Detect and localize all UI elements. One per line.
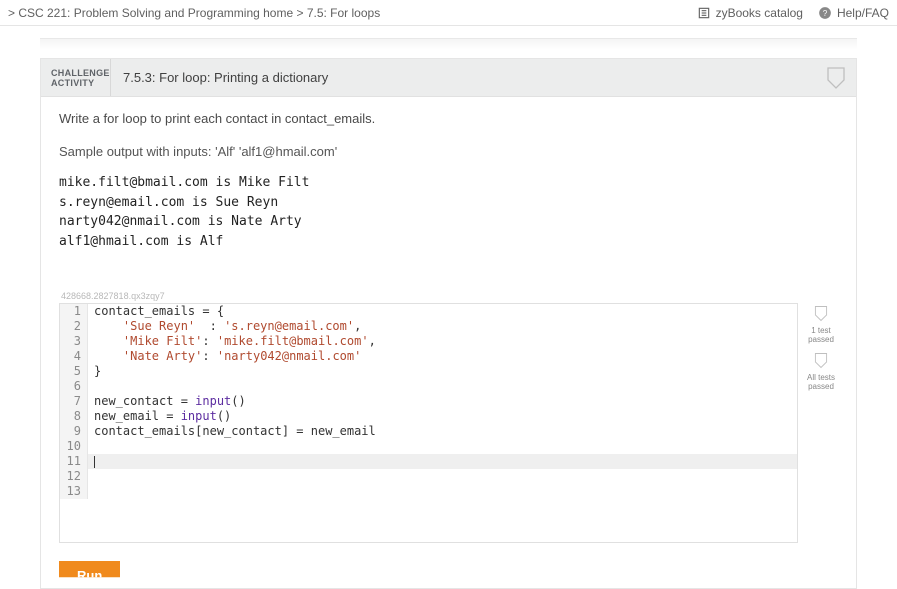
all-tests-passed: passed bbox=[804, 382, 838, 391]
svg-text:?: ? bbox=[823, 8, 828, 17]
code-line[interactable]: 10 bbox=[60, 439, 797, 454]
code-line[interactable]: 13 bbox=[60, 484, 797, 499]
sample-output: mike.filt@bmail.com is Mike Filt s.reyn@… bbox=[59, 173, 838, 251]
code-line[interactable]: 3 'Mike Filt': 'mike.filt@bmail.com', bbox=[60, 334, 797, 349]
test-status-sidebar: 1 test passed All tests passed bbox=[798, 303, 838, 543]
line-number: 6 bbox=[60, 379, 88, 394]
top-bar: > CSC 221: Problem Solving and Programmi… bbox=[0, 0, 897, 26]
line-number: 13 bbox=[60, 484, 88, 499]
code-content[interactable]: contact_emails[new_contact] = new_email bbox=[88, 424, 797, 439]
code-line[interactable]: 1contact_emails = { bbox=[60, 304, 797, 319]
code-content[interactable] bbox=[88, 484, 797, 499]
code-content[interactable] bbox=[88, 439, 797, 454]
all-tests-shield-icon bbox=[804, 352, 838, 371]
code-content[interactable]: contact_emails = { bbox=[88, 304, 797, 319]
code-line[interactable]: 5} bbox=[60, 364, 797, 379]
code-content[interactable]: } bbox=[88, 364, 797, 379]
all-tests-label: All tests bbox=[804, 373, 838, 382]
code-content[interactable] bbox=[88, 454, 797, 469]
question-id: 428668.2827818.qx3zqy7 bbox=[61, 291, 838, 301]
code-content[interactable]: new_contact = input() bbox=[88, 394, 797, 409]
line-number: 12 bbox=[60, 469, 88, 484]
activity-title: 7.5.3: For loop: Printing a dictionary bbox=[111, 59, 816, 96]
line-number: 1 bbox=[60, 304, 88, 319]
previous-panel-edge bbox=[40, 38, 857, 50]
one-test-passed: passed bbox=[804, 335, 838, 344]
code-content[interactable] bbox=[88, 469, 797, 484]
line-number: 9 bbox=[60, 424, 88, 439]
catalog-link[interactable]: zyBooks catalog bbox=[696, 5, 803, 21]
code-line[interactable]: 6 bbox=[60, 379, 797, 394]
kicker-line1: CHALLENGE bbox=[51, 68, 110, 78]
line-number: 2 bbox=[60, 319, 88, 334]
help-label: Help/FAQ bbox=[837, 6, 889, 20]
line-number: 7 bbox=[60, 394, 88, 409]
run-button[interactable]: Run bbox=[59, 561, 120, 588]
sample-label: Sample output with inputs: 'Alf' 'alf1@h… bbox=[59, 144, 838, 159]
activity-panel: CHALLENGE ACTIVITY 7.5.3: For loop: Prin… bbox=[40, 58, 857, 589]
code-line[interactable]: 7new_contact = input() bbox=[60, 394, 797, 409]
panel-header: CHALLENGE ACTIVITY 7.5.3: For loop: Prin… bbox=[41, 59, 856, 97]
code-line[interactable]: 11 bbox=[60, 454, 797, 469]
code-line[interactable]: 12 bbox=[60, 469, 797, 484]
code-line[interactable]: 4 'Nate Arty': 'narty042@nmail.com' bbox=[60, 349, 797, 364]
code-line[interactable]: 9contact_emails[new_contact] = new_email bbox=[60, 424, 797, 439]
prompt-text: Write a for loop to print each contact i… bbox=[59, 111, 838, 126]
catalog-label: zyBooks catalog bbox=[716, 6, 803, 20]
line-number: 11 bbox=[60, 454, 88, 469]
code-content[interactable] bbox=[88, 379, 797, 394]
code-editor[interactable]: 1contact_emails = {2 'Sue Reyn' : 's.rey… bbox=[59, 303, 798, 543]
catalog-icon bbox=[696, 5, 712, 21]
code-content[interactable]: 'Mike Filt': 'mike.filt@bmail.com', bbox=[88, 334, 797, 349]
line-number: 8 bbox=[60, 409, 88, 424]
code-content[interactable]: 'Nate Arty': 'narty042@nmail.com' bbox=[88, 349, 797, 364]
code-line[interactable]: 8new_email = input() bbox=[60, 409, 797, 424]
test-shield-icon bbox=[804, 305, 838, 324]
code-content[interactable]: new_email = input() bbox=[88, 409, 797, 424]
completion-shield[interactable] bbox=[816, 59, 856, 96]
kicker-line2: ACTIVITY bbox=[51, 78, 110, 88]
line-number: 5 bbox=[60, 364, 88, 379]
code-content[interactable]: 'Sue Reyn' : 's.reyn@email.com', bbox=[88, 319, 797, 334]
help-link[interactable]: ? Help/FAQ bbox=[817, 5, 889, 21]
code-line[interactable]: 2 'Sue Reyn' : 's.reyn@email.com', bbox=[60, 319, 797, 334]
line-number: 10 bbox=[60, 439, 88, 454]
activity-kicker: CHALLENGE ACTIVITY bbox=[41, 59, 111, 96]
help-icon: ? bbox=[817, 5, 833, 21]
breadcrumb[interactable]: > CSC 221: Problem Solving and Programmi… bbox=[8, 6, 696, 20]
one-test-label: 1 test bbox=[804, 326, 838, 335]
line-number: 4 bbox=[60, 349, 88, 364]
line-number: 3 bbox=[60, 334, 88, 349]
